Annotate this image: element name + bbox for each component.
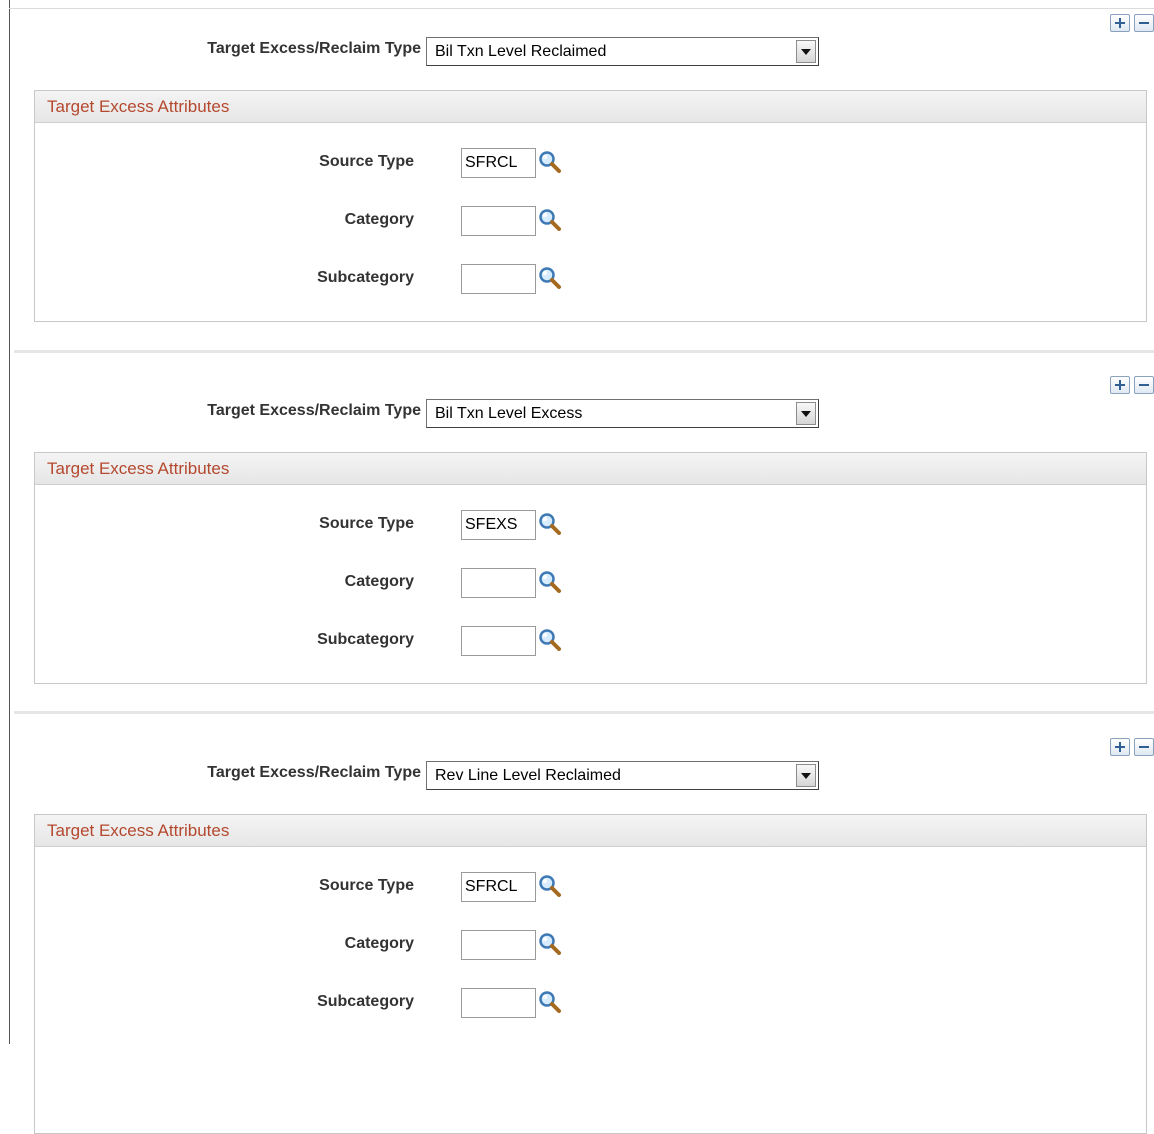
group-header: Target Excess Attributes — [35, 815, 1146, 847]
magnifier-icon[interactable] — [537, 265, 563, 291]
subcategory-label: Subcategory — [317, 269, 414, 286]
subcategory-input[interactable] — [461, 626, 536, 656]
top-border — [9, 8, 1154, 9]
scroll-row-3: Target Excess/Reclaim Type Rev Line Leve… — [0, 734, 1154, 1134]
target-excess-attributes-group: Target Excess Attributes Source Type Cat… — [34, 90, 1147, 322]
subcategory-label: Subcategory — [317, 993, 414, 1010]
row-divider — [14, 350, 1154, 353]
dropdown-button[interactable] — [796, 40, 816, 63]
subcategory-input[interactable] — [461, 988, 536, 1018]
row-buttons — [1110, 738, 1154, 756]
chevron-down-icon — [801, 773, 811, 779]
subcategory-label: Subcategory — [317, 631, 414, 648]
category-input[interactable] — [461, 206, 536, 236]
category-label: Category — [344, 935, 414, 952]
row-buttons — [1110, 14, 1154, 32]
target-type-value: Bil Txn Level Reclaimed — [435, 43, 607, 60]
target-type-select[interactable]: Rev Line Level Reclaimed — [426, 761, 819, 790]
magnifier-icon[interactable] — [537, 931, 563, 957]
magnifier-icon[interactable] — [537, 989, 563, 1015]
group-title: Target Excess Attributes — [47, 821, 230, 840]
group-title: Target Excess Attributes — [47, 459, 230, 478]
scroll-row-2: Target Excess/Reclaim Type Bil Txn Level… — [0, 372, 1154, 712]
target-excess-attributes-group: Target Excess Attributes Source Type Cat… — [34, 814, 1147, 1134]
add-row-button[interactable] — [1110, 376, 1130, 394]
dropdown-button[interactable] — [796, 402, 816, 425]
group-header: Target Excess Attributes — [35, 91, 1146, 123]
add-row-button[interactable] — [1110, 14, 1130, 32]
dropdown-button[interactable] — [796, 764, 816, 787]
magnifier-icon[interactable] — [537, 149, 563, 175]
magnifier-icon[interactable] — [537, 207, 563, 233]
category-input[interactable] — [461, 568, 536, 598]
category-input[interactable] — [461, 930, 536, 960]
magnifier-icon[interactable] — [537, 627, 563, 653]
subcategory-input[interactable] — [461, 264, 536, 294]
source-type-label: Source Type — [319, 515, 414, 532]
target-type-label: Target Excess/Reclaim Type — [207, 40, 421, 57]
chevron-down-icon — [801, 49, 811, 55]
magnifier-icon[interactable] — [537, 569, 563, 595]
row-buttons — [1110, 376, 1154, 394]
source-type-label: Source Type — [319, 877, 414, 894]
magnifier-icon[interactable] — [537, 511, 563, 537]
add-row-button[interactable] — [1110, 738, 1130, 756]
source-type-input[interactable] — [461, 510, 536, 540]
delete-row-button[interactable] — [1134, 376, 1154, 394]
delete-row-button[interactable] — [1134, 738, 1154, 756]
category-label: Category — [344, 211, 414, 228]
source-type-input[interactable] — [461, 872, 536, 902]
category-label: Category — [344, 573, 414, 590]
target-type-label: Target Excess/Reclaim Type — [207, 402, 421, 419]
target-type-value: Rev Line Level Reclaimed — [435, 767, 621, 784]
target-type-select[interactable]: Bil Txn Level Excess — [426, 399, 819, 428]
group-header: Target Excess Attributes — [35, 453, 1146, 485]
magnifier-icon[interactable] — [537, 873, 563, 899]
group-title: Target Excess Attributes — [47, 97, 230, 116]
scroll-row-1: Target Excess/Reclaim Type Bil Txn Level… — [0, 10, 1154, 350]
row-divider — [14, 711, 1154, 714]
source-type-label: Source Type — [319, 153, 414, 170]
target-type-select[interactable]: Bil Txn Level Reclaimed — [426, 37, 819, 66]
delete-row-button[interactable] — [1134, 14, 1154, 32]
source-type-input[interactable] — [461, 148, 536, 178]
target-type-label: Target Excess/Reclaim Type — [207, 764, 421, 781]
target-excess-attributes-group: Target Excess Attributes Source Type Cat… — [34, 452, 1147, 684]
target-type-value: Bil Txn Level Excess — [435, 405, 583, 422]
chevron-down-icon — [801, 411, 811, 417]
